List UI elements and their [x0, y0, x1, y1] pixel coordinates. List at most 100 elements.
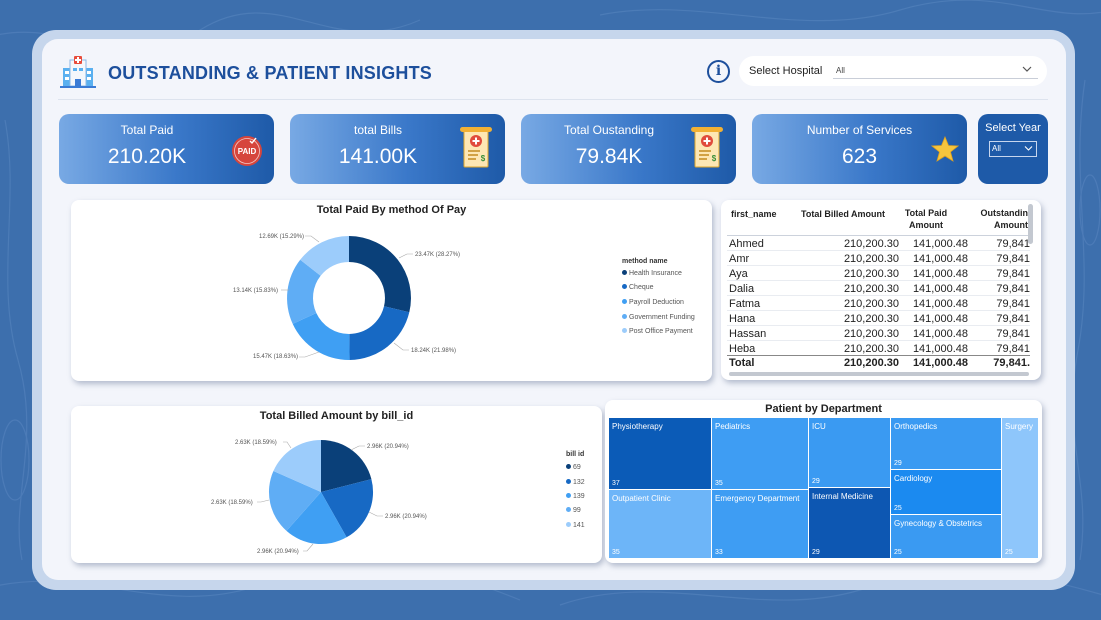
- cell-outstanding: 79,841: [996, 268, 1030, 280]
- legend-dot: [622, 314, 627, 319]
- tile-label: Internal Medicine: [812, 492, 873, 501]
- cell-total-billed: 210,200.30: [843, 238, 899, 250]
- svg-text:$: $: [481, 154, 486, 163]
- tile-label: Physiotherapy: [612, 422, 663, 431]
- legend-title: method name: [622, 258, 668, 265]
- tile-value: 25: [894, 549, 902, 556]
- vertical-scrollbar[interactable]: [1028, 204, 1033, 244]
- legend-item[interactable]: 141: [566, 522, 585, 529]
- data-label: 2.96K (20.94%): [367, 444, 409, 450]
- table-row[interactable]: Hassan 210,200.30 141,000.48 79,841: [727, 326, 1030, 341]
- legend-item[interactable]: Government Funding: [622, 314, 695, 321]
- tile-value: 29: [894, 460, 902, 467]
- cell-first-name: Ahmed: [729, 238, 764, 250]
- treemap-tile[interactable]: Emergency Department 33: [712, 490, 808, 558]
- header-line: Amount: [909, 220, 943, 230]
- data-label: 2.96K (20.94%): [257, 549, 299, 555]
- tile-value: 33: [715, 549, 723, 556]
- legend-item[interactable]: 139: [566, 493, 585, 500]
- tile-label: ICU: [812, 422, 826, 431]
- legend-item[interactable]: Cheque: [622, 284, 654, 291]
- table-row[interactable]: Amr 210,200.30 141,000.48 79,841: [727, 251, 1030, 266]
- donut-slice-cheque[interactable]: [349, 306, 410, 360]
- column-header-total-paid[interactable]: Total Paid Amount: [896, 207, 956, 231]
- table-row[interactable]: Ahmed 210,200.30 141,000.48 79,841: [727, 236, 1030, 251]
- tile-label: Emergency Department: [715, 494, 800, 503]
- legend-label: 99: [573, 507, 581, 514]
- legend-label: Cheque: [629, 284, 654, 291]
- hospital-dropdown[interactable]: All: [833, 64, 1038, 79]
- hospital-dropdown-value: All: [836, 66, 845, 75]
- legend-item[interactable]: Post Office Payment: [622, 328, 693, 335]
- treemap-tile[interactable]: Orthopedics 29: [891, 418, 1001, 469]
- header-line: Total Paid: [904, 208, 948, 218]
- total-outstanding: 79,841.: [993, 357, 1030, 369]
- total-paid: 141,000.48: [912, 357, 968, 369]
- treemap-tile[interactable]: Cardiology 25: [891, 470, 1001, 514]
- donut-chart: 23.47K (28.27%) 18.24K (21.98%) 15.47K (…: [233, 234, 460, 361]
- cell-total-billed: 210,200.30: [843, 343, 899, 355]
- star-icon: [931, 136, 959, 162]
- legend-label: Post Office Payment: [629, 328, 693, 335]
- column-header-first-name[interactable]: first_name: [731, 208, 777, 220]
- page-title: OUTSTANDING & PATIENT INSIGHTS: [108, 63, 432, 83]
- legend-item[interactable]: 69: [566, 464, 581, 471]
- cell-total-paid: 141,000.48: [912, 328, 968, 340]
- treemap-tile[interactable]: Pediatrics 35: [712, 418, 808, 489]
- cell-first-name: Aya: [729, 268, 748, 280]
- header: OUTSTANDING & PATIENT INSIGHTS i Select …: [58, 50, 1048, 100]
- table-row[interactable]: Heba 210,200.30 141,000.48 79,841: [727, 341, 1030, 356]
- header-divider: [58, 99, 1048, 100]
- tile-value: 29: [812, 549, 820, 556]
- legend-item[interactable]: Health Insurance: [622, 270, 682, 277]
- cell-first-name: Dalia: [729, 283, 755, 295]
- kpi-value: 79.84K: [575, 145, 643, 168]
- year-dropdown[interactable]: All: [989, 141, 1037, 157]
- donut-slice-health-insurance[interactable]: [349, 236, 411, 313]
- data-label: 13.14K (15.83%): [233, 288, 278, 294]
- cell-outstanding: 79,841: [996, 298, 1030, 310]
- treemap-tile[interactable]: Surgery 25: [1002, 418, 1038, 558]
- tile-label: Outpatient Clinic: [612, 494, 671, 503]
- tile-value: 35: [715, 480, 723, 487]
- cell-first-name: Hana: [729, 313, 756, 325]
- legend-label: 141: [573, 522, 585, 529]
- cell-outstanding: 79,841: [996, 313, 1030, 325]
- paid-stamp-icon: PAID: [232, 136, 262, 166]
- patient-table-card: first_name Total Billed Amount Total Pai…: [721, 200, 1041, 380]
- treemap-tile[interactable]: ICU 29: [809, 418, 890, 487]
- cell-total-billed: 210,200.30: [843, 328, 899, 340]
- table-row[interactable]: Dalia 210,200.30 141,000.48 79,841: [727, 281, 1030, 296]
- cell-first-name: Fatma: [729, 298, 761, 310]
- legend-item[interactable]: 99: [566, 507, 581, 514]
- cell-total-paid: 141,000.48: [912, 253, 968, 265]
- tile-value: 35: [612, 549, 620, 556]
- legend-item[interactable]: 132: [566, 479, 585, 486]
- donut-slice-payroll-deduction[interactable]: [292, 313, 350, 361]
- header-line: Outstandin: [980, 208, 1029, 218]
- horizontal-scrollbar[interactable]: [729, 372, 1029, 376]
- legend-dot: [566, 464, 571, 469]
- treemap-tile[interactable]: Outpatient Clinic 35: [609, 490, 711, 558]
- column-header-total-billed[interactable]: Total Billed Amount: [791, 208, 885, 220]
- cell-outstanding: 79,841: [996, 253, 1030, 265]
- data-label: 18.24K (21.98%): [411, 348, 456, 354]
- cell-first-name: Amr: [729, 253, 750, 265]
- table-row[interactable]: Fatma 210,200.30 141,000.48 79,841: [727, 296, 1030, 311]
- treemap-tile[interactable]: Physiotherapy 37: [609, 418, 711, 489]
- tile-label: Pediatrics: [715, 422, 751, 431]
- data-label: 2.63K (18.59%): [211, 500, 253, 506]
- table-row[interactable]: Aya 210,200.30 141,000.48 79,841: [727, 266, 1030, 281]
- treemap-tile[interactable]: Internal Medicine 29: [809, 488, 890, 558]
- treemap-tile[interactable]: Gynecology & Obstetrics 25: [891, 515, 1001, 558]
- tile-label: Orthopedics: [894, 422, 938, 431]
- chevron-down-icon: [1024, 146, 1033, 151]
- cell-total-paid: 141,000.48: [912, 313, 968, 325]
- kpi-label: total Bills: [353, 123, 403, 137]
- kpi-number-of-services: Number of Services 623: [752, 114, 967, 184]
- column-header-outstanding[interactable]: Outstandin Amount: [976, 207, 1029, 231]
- donut-chart-card: Total Paid By method Of Pay 23.47K (28.2…: [71, 200, 712, 381]
- info-icon[interactable]: i: [707, 60, 730, 83]
- legend-item[interactable]: Payroll Deduction: [622, 299, 684, 306]
- table-row[interactable]: Hana 210,200.30 141,000.48 79,841: [727, 311, 1030, 326]
